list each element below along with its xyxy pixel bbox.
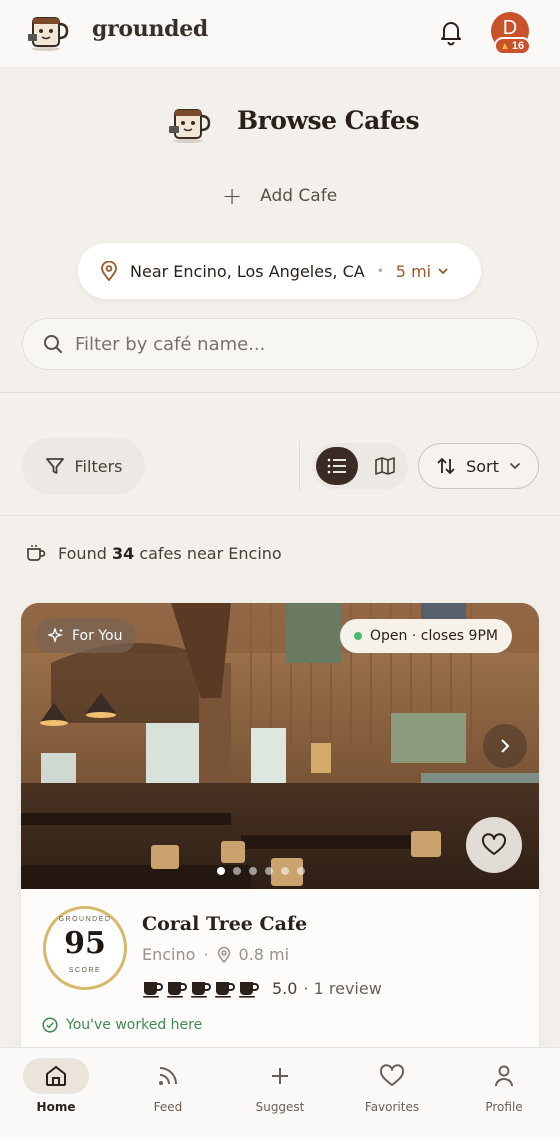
chevron-right-icon — [501, 739, 510, 753]
bottom-nav: Home Feed Suggest Favorites Profile — [0, 1047, 560, 1137]
feed-icon — [159, 1067, 177, 1085]
worked-here-text: You've worked here — [66, 1017, 203, 1033]
nav-item-favorites[interactable]: Favorites — [336, 1048, 448, 1137]
map-view-button[interactable] — [366, 447, 404, 485]
brand-name[interactable]: grounded — [92, 16, 208, 42]
favorite-button[interactable] — [466, 817, 522, 873]
for-you-label: For You — [72, 628, 123, 644]
plus-icon: + — [222, 182, 243, 210]
search-input[interactable] — [75, 333, 495, 355]
filters-label: Filters — [74, 456, 123, 476]
filter-icon — [45, 458, 64, 474]
filters-button[interactable]: Filters — [22, 438, 145, 494]
nav-item-profile[interactable]: Profile — [448, 1048, 560, 1137]
pagination-dot[interactable] — [233, 867, 241, 875]
coffee-cup-rating-icon — [167, 982, 187, 998]
page-title: Browse Cafes — [237, 106, 420, 135]
pagination-dot[interactable] — [281, 867, 289, 875]
streak-badge: ▲ 16 — [494, 37, 532, 55]
coffee-cup-rating-icon — [239, 982, 259, 998]
cafe-card[interactable]: For You Open · closes 9PM GROUNDED 95 SC… — [21, 603, 539, 1063]
nav-label-home: Home — [36, 1100, 76, 1114]
sort-button[interactable]: Sort — [418, 443, 539, 489]
coffee-cup-rating-icon — [215, 982, 235, 998]
coffee-cup-rating-icon — [191, 982, 211, 998]
home-icon — [46, 1066, 66, 1086]
coffee-cup-rating-icon — [143, 982, 163, 998]
logo-mug-icon[interactable] — [28, 12, 70, 52]
pagination-dot[interactable] — [265, 867, 273, 875]
top-bar: grounded D ▲ 16 — [0, 0, 560, 68]
open-status-badge: Open · closes 9PM — [340, 619, 512, 653]
rating-cups — [142, 978, 260, 998]
plus-icon — [272, 1068, 288, 1084]
mascot-mug-icon — [169, 109, 211, 143]
score-value: 95 — [64, 926, 106, 961]
results-count: Found 34 cafes near Encino — [26, 541, 282, 565]
location-pin-icon — [217, 946, 230, 963]
sort-label: Sort — [466, 456, 499, 476]
results-number: 34 — [111, 543, 135, 563]
cafe-meta: Encino · 0.8 mi — [142, 945, 289, 964]
location-separator: • — [376, 264, 384, 278]
cafe-neighborhood: Encino — [142, 945, 196, 964]
chevron-down-icon — [509, 462, 520, 470]
pagination-dot[interactable] — [217, 867, 225, 875]
cafe-distance: 0.8 mi — [238, 945, 290, 964]
for-you-badge: For You — [36, 619, 137, 653]
nav-item-home[interactable]: Home — [0, 1048, 112, 1137]
list-icon — [327, 458, 346, 474]
next-photo-button[interactable] — [483, 724, 527, 768]
view-toggle — [312, 443, 408, 489]
list-view-button[interactable] — [316, 447, 358, 485]
divider — [0, 392, 560, 393]
grounded-score-badge: GROUNDED 95 SCORE — [43, 906, 127, 990]
sort-icon — [437, 457, 455, 475]
bell-icon[interactable] — [438, 18, 464, 46]
nav-item-feed[interactable]: Feed — [112, 1048, 224, 1137]
location-selector[interactable]: Near Encino, Los Angeles, CA • 5 mi — [78, 243, 481, 299]
score-top-label: GROUNDED — [58, 916, 112, 923]
score-bottom-label: SCORE — [68, 967, 102, 974]
pagination-dot[interactable] — [297, 867, 305, 875]
nav-label-favorites: Favorites — [364, 1100, 420, 1114]
nav-item-suggest[interactable]: Suggest — [224, 1048, 336, 1137]
add-cafe-button[interactable]: + Add Cafe — [222, 182, 337, 210]
flame-icon: ▲ — [500, 40, 510, 52]
heart-icon — [481, 833, 507, 855]
pagination-dot[interactable] — [249, 867, 257, 875]
radius-value: 5 mi — [395, 261, 432, 281]
photo-pagination — [217, 867, 305, 875]
nav-label-feed: Feed — [153, 1100, 183, 1114]
toolbar-separator — [299, 441, 300, 491]
search-field — [22, 318, 538, 370]
location-text: Near Encino, Los Angeles, CA — [130, 261, 365, 281]
nav-label-suggest: Suggest — [255, 1100, 305, 1114]
review-count[interactable]: · 1 review — [303, 979, 381, 998]
person-icon — [495, 1065, 513, 1087]
open-status-text: Open · closes 9PM — [370, 628, 498, 644]
meta-separator: · — [203, 945, 209, 964]
worked-here-badge: You've worked here — [42, 1017, 202, 1033]
sparkle-icon — [48, 628, 64, 644]
chevron-down-icon — [438, 268, 448, 275]
map-icon — [375, 457, 395, 475]
results-suffix: cafes near Encino — [139, 543, 282, 563]
streak-count: 16 — [511, 40, 525, 52]
nav-label-profile: Profile — [485, 1100, 523, 1114]
coffee-cup-icon — [27, 545, 46, 561]
open-indicator-dot — [354, 632, 362, 640]
heart-icon — [379, 1064, 405, 1086]
check-circle-icon — [42, 1017, 58, 1033]
add-cafe-label: Add Cafe — [260, 186, 338, 206]
rating-value: 5.0 — [272, 978, 298, 998]
rating-row: 5.0 · 1 review — [142, 978, 382, 998]
search-icon — [44, 335, 62, 353]
divider — [0, 515, 560, 516]
results-prefix: Found — [58, 543, 107, 563]
cafe-name[interactable]: Coral Tree Cafe — [142, 913, 307, 935]
location-pin-icon — [101, 261, 117, 281]
